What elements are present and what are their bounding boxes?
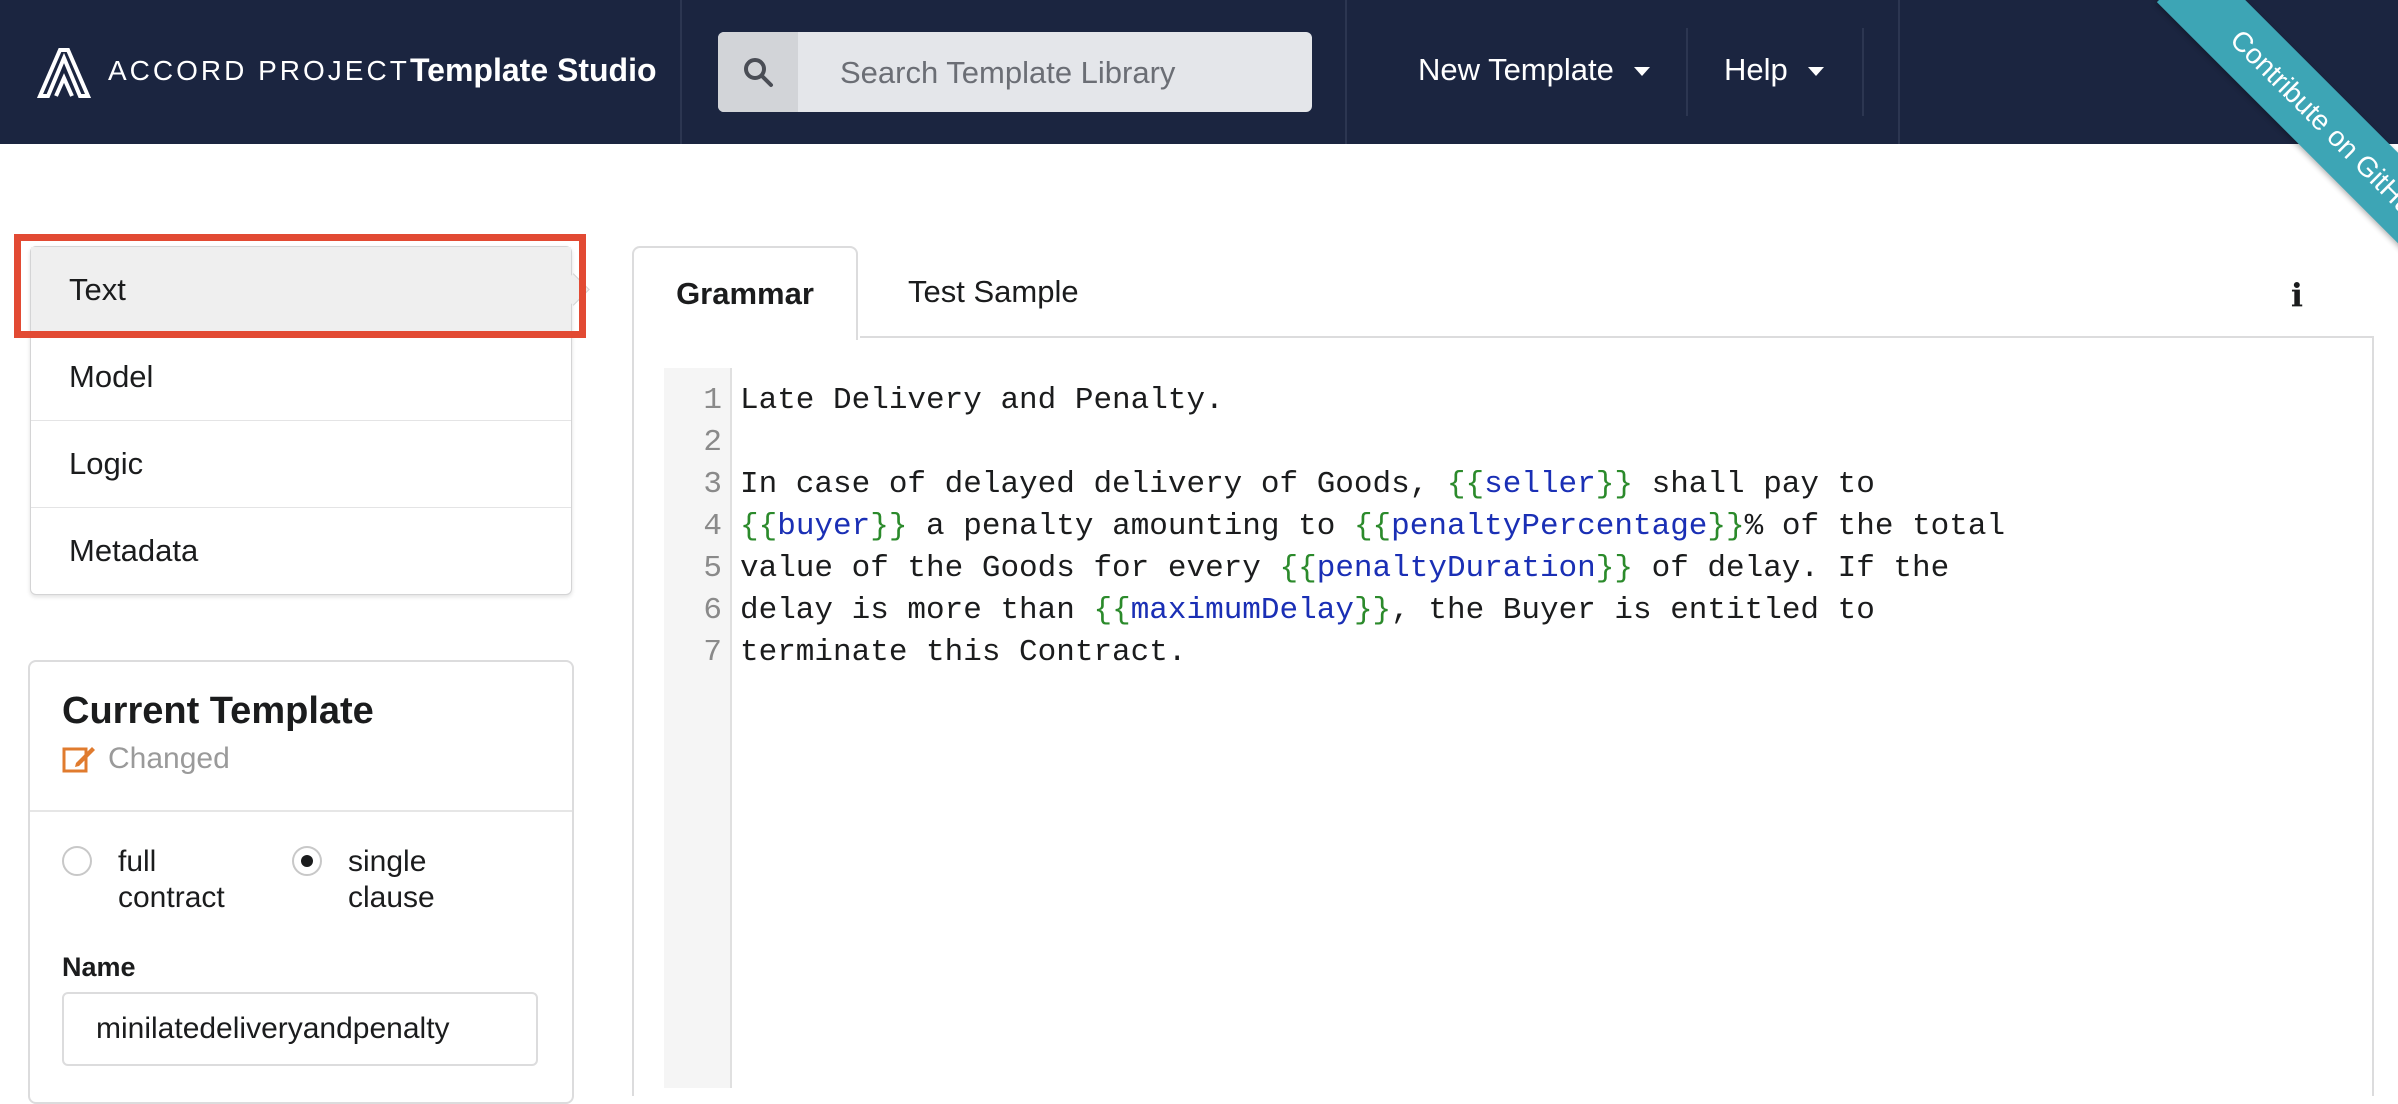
top-navigation-bar: ACCORD PROJECT Template Studio New Templ… bbox=[0, 0, 2398, 144]
divider bbox=[680, 0, 682, 144]
full-contract-radio[interactable] bbox=[62, 846, 92, 876]
single-clause-radio[interactable] bbox=[292, 846, 322, 876]
grammar-code[interactable]: Late Delivery and Penalty. In case of del… bbox=[740, 380, 2005, 674]
menu-item-metadata[interactable]: Metadata bbox=[31, 507, 571, 594]
new-template-label: New Template bbox=[1418, 52, 1614, 87]
code-text: terminate this Contract. bbox=[740, 635, 1187, 670]
full-contract-label[interactable]: full contract bbox=[118, 844, 248, 916]
code-line: Late Delivery and Penalty. bbox=[740, 380, 2005, 422]
variable-delimiter: }} bbox=[1707, 509, 1745, 544]
template-variable: penaltyDuration bbox=[1316, 551, 1596, 586]
new-template-menu[interactable]: New Template bbox=[1418, 52, 1650, 88]
line-number: 6 bbox=[703, 593, 722, 628]
code-text: Late Delivery and Penalty. bbox=[740, 383, 1224, 418]
divider bbox=[30, 810, 572, 812]
code-text: of delay. If the bbox=[1632, 551, 1950, 586]
line-number: 1 bbox=[703, 383, 722, 418]
variable-delimiter: {{ bbox=[1093, 593, 1131, 628]
brand-name[interactable]: ACCORD PROJECT bbox=[108, 55, 410, 87]
search-box[interactable] bbox=[718, 32, 1312, 112]
edit-icon bbox=[62, 747, 95, 773]
code-text: a penalty amounting to bbox=[907, 509, 1354, 544]
editor-tabs: Grammar Test Sample bbox=[632, 246, 2374, 340]
code-text: delay is more than bbox=[740, 593, 1094, 628]
variable-delimiter: }} bbox=[1595, 551, 1633, 586]
variable-delimiter: }} bbox=[1353, 593, 1392, 628]
line-number: 7 bbox=[703, 635, 722, 670]
line-number: 3 bbox=[703, 467, 722, 502]
code-text: value of the Goods for every bbox=[740, 551, 1280, 586]
code-text: shall pay to bbox=[1632, 467, 1875, 502]
accord-project-logo-icon[interactable] bbox=[36, 44, 92, 100]
line-number: 5 bbox=[703, 551, 722, 586]
template-variable: penaltyPercentage bbox=[1391, 509, 1708, 544]
tab-grammar[interactable]: Grammar bbox=[632, 246, 858, 340]
single-clause-label[interactable]: single clause bbox=[348, 844, 478, 916]
search-icon bbox=[718, 32, 798, 112]
line-numbers: 1 2 3 4 5 6 7 bbox=[664, 380, 722, 674]
name-label: Name bbox=[62, 952, 136, 982]
variable-delimiter: {{ bbox=[1279, 551, 1317, 586]
current-template-card: Current Template Changed full contract s… bbox=[28, 660, 574, 1104]
help-menu[interactable]: Help bbox=[1724, 52, 1824, 88]
selection-highlight-box bbox=[14, 234, 586, 338]
variable-delimiter: }} bbox=[870, 509, 908, 544]
divider bbox=[1898, 0, 1900, 144]
variable-delimiter: }} bbox=[1595, 467, 1633, 502]
template-variable: seller bbox=[1484, 467, 1596, 502]
code-line: delay is more than {{maximumDelay}}, the… bbox=[740, 590, 2005, 632]
caret-down-icon bbox=[1807, 67, 1824, 77]
template-variable: buyer bbox=[777, 509, 871, 544]
divider bbox=[1686, 28, 1688, 116]
code-line: value of the Goods for every {{penaltyDu… bbox=[740, 548, 2005, 590]
line-number: 4 bbox=[703, 509, 722, 544]
code-text: % of the total bbox=[1744, 509, 2006, 544]
menu-item-model[interactable]: Model bbox=[31, 333, 571, 420]
template-status: Changed bbox=[62, 742, 230, 776]
variable-delimiter: {{ bbox=[740, 509, 778, 544]
tab-test-sample[interactable]: Test Sample bbox=[908, 246, 1079, 338]
line-number: 2 bbox=[703, 425, 722, 460]
menu-item-logic[interactable]: Logic bbox=[31, 420, 571, 507]
search-input[interactable] bbox=[838, 32, 1302, 112]
app-title[interactable]: Template Studio bbox=[410, 52, 657, 89]
divider bbox=[1345, 0, 1347, 144]
code-line: In case of delayed delivery of Goods, {{… bbox=[740, 464, 2005, 506]
variable-delimiter: {{ bbox=[1446, 467, 1485, 502]
code-text: In case of delayed delivery of Goods, bbox=[740, 467, 1447, 502]
card-title: Current Template bbox=[62, 690, 374, 732]
caret-down-icon bbox=[1633, 67, 1650, 77]
template-variable: maximumDelay bbox=[1130, 593, 1354, 628]
variable-delimiter: {{ bbox=[1353, 509, 1392, 544]
code-line: terminate this Contract. bbox=[740, 632, 2005, 674]
code-text: , the Buyer is entitled to bbox=[1391, 593, 1875, 628]
divider bbox=[1862, 28, 1864, 116]
info-icon[interactable]: i bbox=[2282, 276, 2312, 314]
code-line: {{buyer}} a penalty amounting to {{penal… bbox=[740, 506, 2005, 548]
template-name-field[interactable] bbox=[62, 992, 538, 1066]
help-label: Help bbox=[1724, 52, 1788, 87]
status-label: Changed bbox=[108, 742, 230, 775]
